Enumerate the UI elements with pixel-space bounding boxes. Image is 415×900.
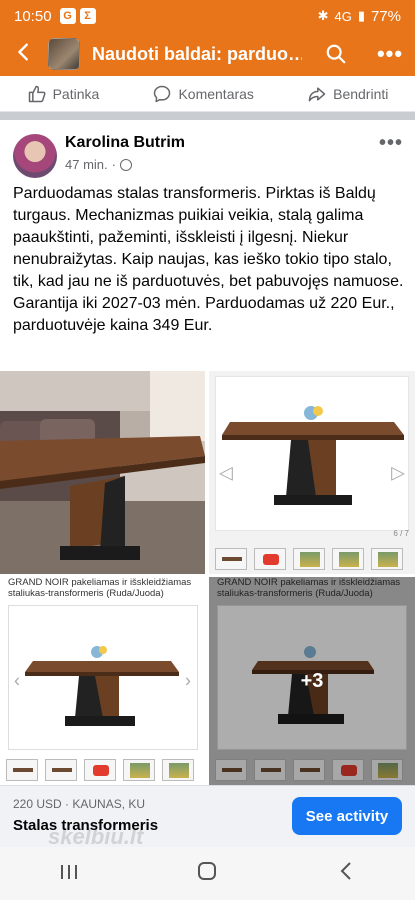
like-button[interactable]: Patinka [27,84,100,104]
post-time[interactable]: 47 min. [65,157,108,172]
chevron-left-icon [340,861,351,880]
post-header: Karolina Butrim 47 min. · ••• [0,120,415,182]
thumbnail [123,759,155,781]
share-label: Bendrinti [333,85,389,102]
system-nav-bar [0,847,415,900]
arrow-left-icon [18,43,28,61]
sigma-app-icon: Σ [79,8,96,24]
price-location: 220 USD · KAUNAS, KU [13,797,146,811]
search-icon [326,44,346,64]
status-bar: 10:50 G Σ ✱ 4G ▮ 77% [0,0,415,32]
recent-apps-button[interactable] [39,861,99,887]
post-meta: 47 min. · [65,157,132,172]
next-image-icon: › [185,670,191,691]
meta-separator: · [111,157,116,172]
post-text: Parduodamas stalas transformeris. Pirkta… [13,185,404,334]
status-app-icons: G Σ [59,8,96,24]
thumbnail-strip [6,759,194,781]
home-button[interactable] [177,861,237,887]
share-button[interactable]: Bendrinti [307,84,388,104]
post-options-button[interactable]: ••• [379,132,403,155]
more-icon: ••• [378,132,403,154]
signal-icon: ▮ [357,8,365,23]
post-photo-2[interactable]: ◁ ▷ 6 / 7 [209,371,415,574]
table-product-image [222,406,404,505]
more-photos-overlay[interactable]: +3 [209,577,415,785]
thumbnail [84,759,116,781]
more-photos-count: +3 [300,669,324,692]
status-time: 10:50 [14,7,52,25]
search-button[interactable] [316,43,356,65]
product-caption: GRAND NOIR pakeliamas ir išskleidžiamas … [8,577,192,599]
group-title[interactable]: Naudoti baldai: parduo… [92,44,302,65]
image-counter: 6 / 7 [393,529,409,538]
table-product-image [25,646,179,726]
thumbnail-strip [215,548,403,570]
share-icon [308,86,326,101]
thumbnail [162,759,194,781]
more-icon: ••• [376,41,404,66]
product-frame [8,605,198,750]
recent-apps-icon [61,864,78,879]
thumbnail [371,548,403,570]
prev-image-icon: ◁ [219,462,233,482]
thumbnail [293,548,325,570]
app-bar: Naudoti baldai: parduo… ••• [0,32,415,76]
post-photo-3[interactable]: GRAND NOIR pakeliamas ir išskleidžiamas … [0,577,205,785]
back-nav-button[interactable] [316,861,376,887]
thumbnail [332,548,364,570]
author-name[interactable]: Karolina Butrim [65,134,185,152]
thumbnail [45,759,77,781]
thumbnail [6,759,38,781]
home-icon [198,861,217,880]
post-photo-1[interactable] [0,371,205,574]
thumbnail [254,548,286,570]
feed-separator [0,112,415,120]
comment-icon [154,85,171,102]
thumbnail [215,548,247,570]
see-activity-button[interactable]: See activity [292,797,402,835]
thumbs-up-icon [28,85,46,102]
network-label: 4G [334,8,352,24]
comment-button[interactable]: Komentaras [152,84,254,104]
bluetooth-icon: ✱ [317,8,329,23]
table-photo-image [0,371,205,574]
status-right: ✱ 4G ▮ 77% [318,8,401,25]
next-image-icon: ▷ [391,462,405,482]
like-label: Patinka [52,85,100,102]
post-action-bar: Patinka Komentaras Bendrinti [0,76,415,112]
prev-image-icon: ‹ [14,670,20,691]
comment-label: Komentaras [178,85,254,102]
product-frame [215,376,409,531]
gmail-icon: G [59,8,76,24]
more-button[interactable]: ••• [370,41,410,67]
group-avatar[interactable] [48,38,80,70]
back-button[interactable] [0,32,48,76]
globe-icon [119,158,132,171]
author-avatar[interactable] [13,134,57,178]
post-photo-4[interactable]: GRAND NOIR pakeliamas ir išskleidžiamas … [209,577,415,785]
battery-label: 77% [370,7,401,25]
